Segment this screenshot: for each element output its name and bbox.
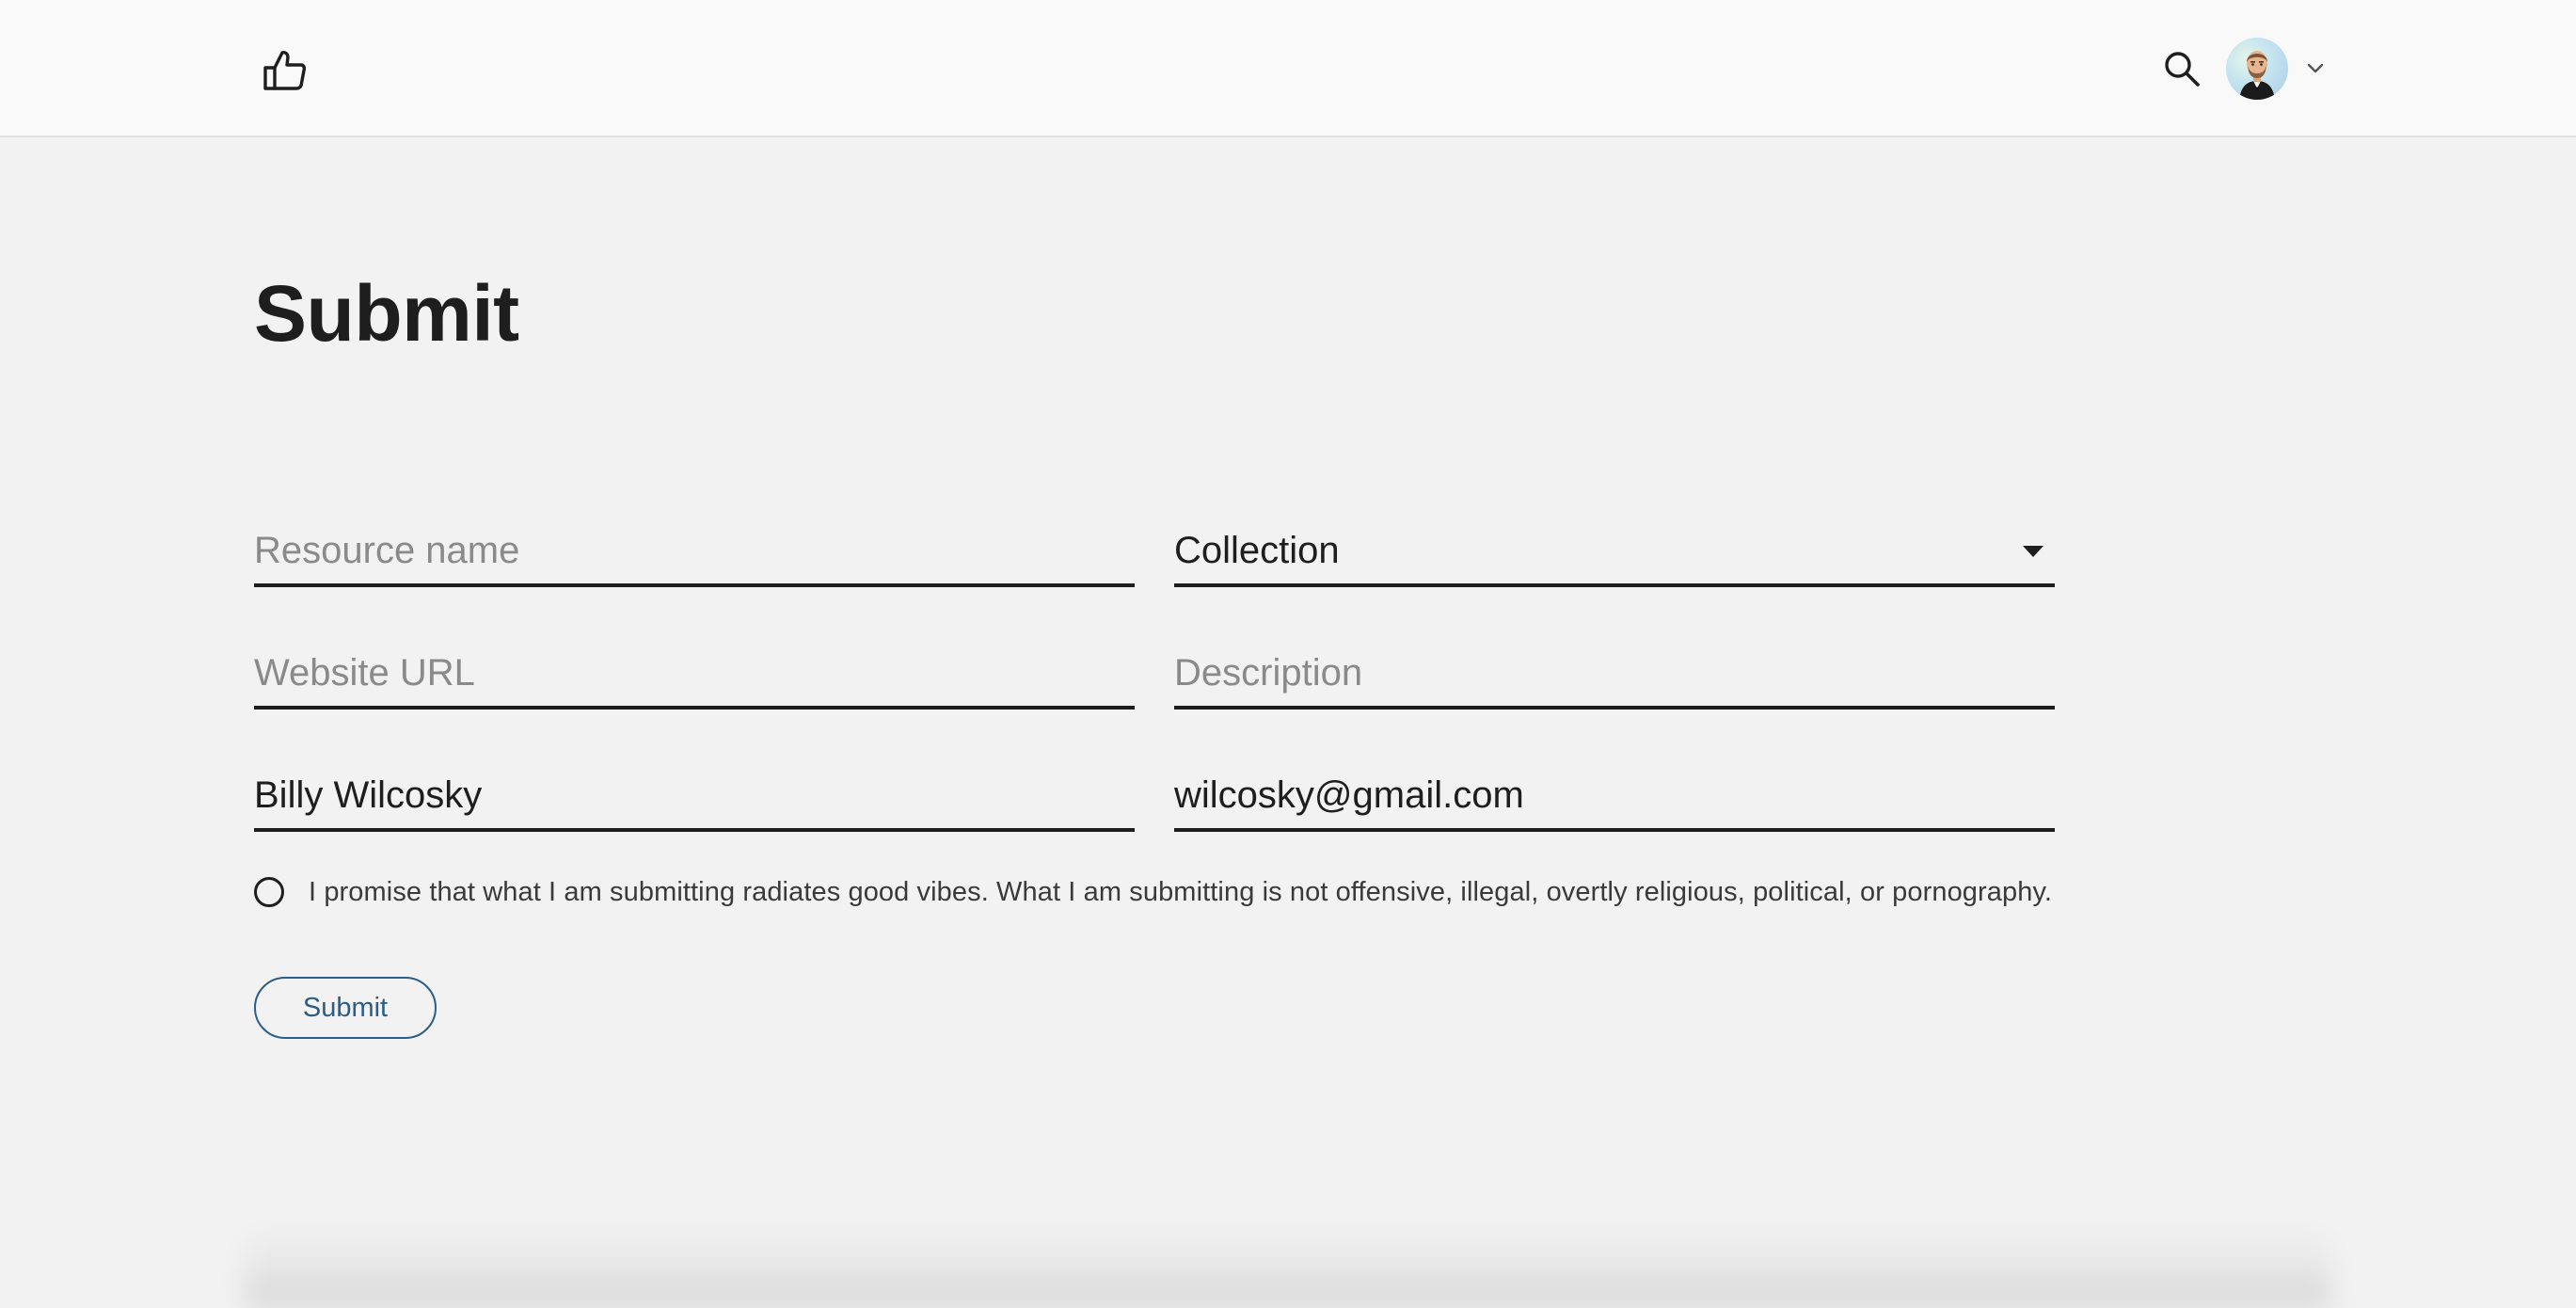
- collection-select[interactable]: Collection: [1174, 518, 2055, 587]
- email-field[interactable]: [1174, 762, 2055, 832]
- avatar[interactable]: [2226, 38, 2288, 100]
- name-input[interactable]: [254, 762, 1135, 828]
- account-menu[interactable]: [2226, 38, 2324, 100]
- page-title: Submit: [254, 269, 519, 358]
- user-avatar-icon: [2239, 51, 2275, 100]
- footer-edge: [245, 1223, 2331, 1308]
- search-icon[interactable]: [2162, 49, 2202, 88]
- description-field[interactable]: [1174, 640, 2055, 710]
- chevron-down-icon[interactable]: [2307, 63, 2324, 74]
- submit-button[interactable]: Submit: [254, 977, 437, 1039]
- name-field[interactable]: [254, 762, 1135, 832]
- consent-row: I promise that what I am submitting radi…: [254, 873, 2052, 911]
- description-input[interactable]: [1174, 640, 2055, 706]
- collection-select-value: Collection: [1174, 530, 1340, 571]
- website-url-field[interactable]: [254, 640, 1135, 710]
- thumbs-up-icon[interactable]: [262, 47, 309, 94]
- consent-label: I promise that what I am submitting radi…: [309, 876, 2053, 907]
- resource-name-input[interactable]: [254, 518, 1135, 583]
- top-navigation-bar: [0, 0, 2576, 137]
- email-input[interactable]: [1174, 762, 2055, 828]
- resource-name-field[interactable]: [254, 518, 1135, 587]
- dropdown-caret-icon: [2023, 546, 2043, 557]
- website-url-input[interactable]: [254, 640, 1135, 706]
- consent-radio[interactable]: [254, 877, 284, 907]
